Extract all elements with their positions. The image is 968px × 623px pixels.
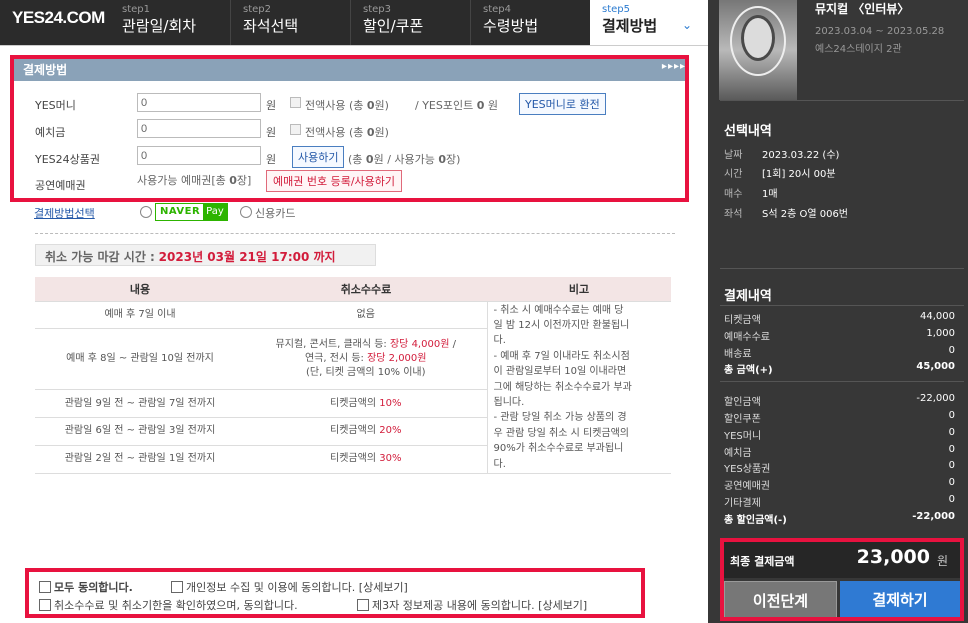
table-header: 취소수수료 <box>245 277 487 302</box>
step-label: 좌석선택 <box>243 17 299 35</box>
summary-row: 예매수수료 1,000 <box>724 328 955 343</box>
divider <box>35 233 675 234</box>
divider <box>720 305 964 306</box>
divider <box>720 381 964 382</box>
agree-privacy-checkbox[interactable]: 개인정보 수집 및 이용에 동의합니다. [상세보기] <box>171 579 408 595</box>
step-number: step3 <box>363 4 391 15</box>
table-header: 내용 <box>35 277 245 302</box>
chevron-down-icon[interactable]: ⌄ <box>682 18 692 32</box>
step-1-tab[interactable]: step1 관람일/회차 <box>110 0 228 45</box>
table-header: 비고 <box>487 277 671 302</box>
cancel-fee-table: 내용 취소수수료 비고 예매 후 7일 이내 없음 - 취소 시 예매수수료는 … <box>35 277 671 474</box>
divider <box>720 100 964 101</box>
step-number: step4 <box>483 4 511 15</box>
step-4-tab[interactable]: step4 수령방법 <box>470 0 588 45</box>
highlight-box <box>720 538 964 621</box>
summary-total-row: 총 금액(+) 45,000 <box>724 361 955 376</box>
summary-row: 기타결제 0 <box>724 494 955 509</box>
show-venue: 예스24스테이지 2관 <box>815 44 902 55</box>
notes-cell: - 취소 시 예매수수료는 예매 당 일 밤 12시 이전까지만 환불됩니 다.… <box>486 301 671 474</box>
step-2-tab[interactable]: step2 좌석선택 <box>230 0 348 45</box>
step-label: 수령방법 <box>483 17 539 35</box>
pay-text: Pay <box>203 204 227 220</box>
cancel-deadline: 취소 가능 마감 시간 : 2023년 03월 21일 17:00 까지 <box>35 244 376 266</box>
payment-method-select-label: 결제방법선택 <box>34 207 95 220</box>
step-number: step5 <box>602 4 630 15</box>
divider <box>720 268 964 269</box>
step-number: step2 <box>243 4 271 15</box>
highlight-box <box>10 55 689 202</box>
agree-all-checkbox[interactable]: 모두 동의합니다. <box>39 579 133 595</box>
naver-text: NAVER <box>160 206 201 217</box>
step-3-tab[interactable]: step3 할인/쿠폰 <box>350 0 468 45</box>
table-row: 예매 후 7일 이내 없음 - 취소 시 예매수수료는 예매 당 일 밤 12시… <box>35 301 671 474</box>
yes24-logo[interactable]: YES24.COM <box>12 8 105 28</box>
step-number: step1 <box>122 4 150 15</box>
show-poster <box>719 0 797 100</box>
summary-row: 배송료 0 <box>724 345 955 360</box>
summary-row: 할인쿠폰 0 <box>724 410 955 425</box>
summary-row: YES상품권 0 <box>724 460 955 475</box>
naverpay-radio[interactable] <box>140 206 152 218</box>
show-title: 뮤지컬 〈인터뷰〉 <box>815 2 910 16</box>
step-label: 할인/쿠폰 <box>363 17 424 35</box>
creditcard-radio[interactable] <box>240 206 252 218</box>
step-label: 결제방법 <box>602 17 658 35</box>
step-label: 관람일/회차 <box>122 17 197 35</box>
summary-total-discount-row: 총 할인금액(-) -22,000 <box>724 511 955 526</box>
show-period: 2023.03.04 ~ 2023.05.28 <box>815 26 945 37</box>
summary-row: 티켓금액 44,000 <box>724 311 955 326</box>
summary-row: YES머니 0 <box>724 427 955 442</box>
creditcard-label[interactable]: 신용카드 <box>255 205 295 221</box>
naverpay-logo[interactable]: NAVER Pay <box>155 203 228 221</box>
summary-row: 공연예매권 0 <box>724 477 955 492</box>
agree-cancel-checkbox[interactable]: 취소수수료 및 취소기한을 확인하였으며, 동의합니다. <box>39 597 298 613</box>
summary-row: 예치금 0 <box>724 444 955 459</box>
payment-summary-title: 결제내역 <box>724 289 772 304</box>
agree-third-party-checkbox[interactable]: 제3자 정보제공 내용에 동의합니다. [상세보기] <box>357 597 587 613</box>
summary-row: 할인금액 -22,000 <box>724 393 955 408</box>
selection-title: 선택내역 <box>724 124 772 139</box>
